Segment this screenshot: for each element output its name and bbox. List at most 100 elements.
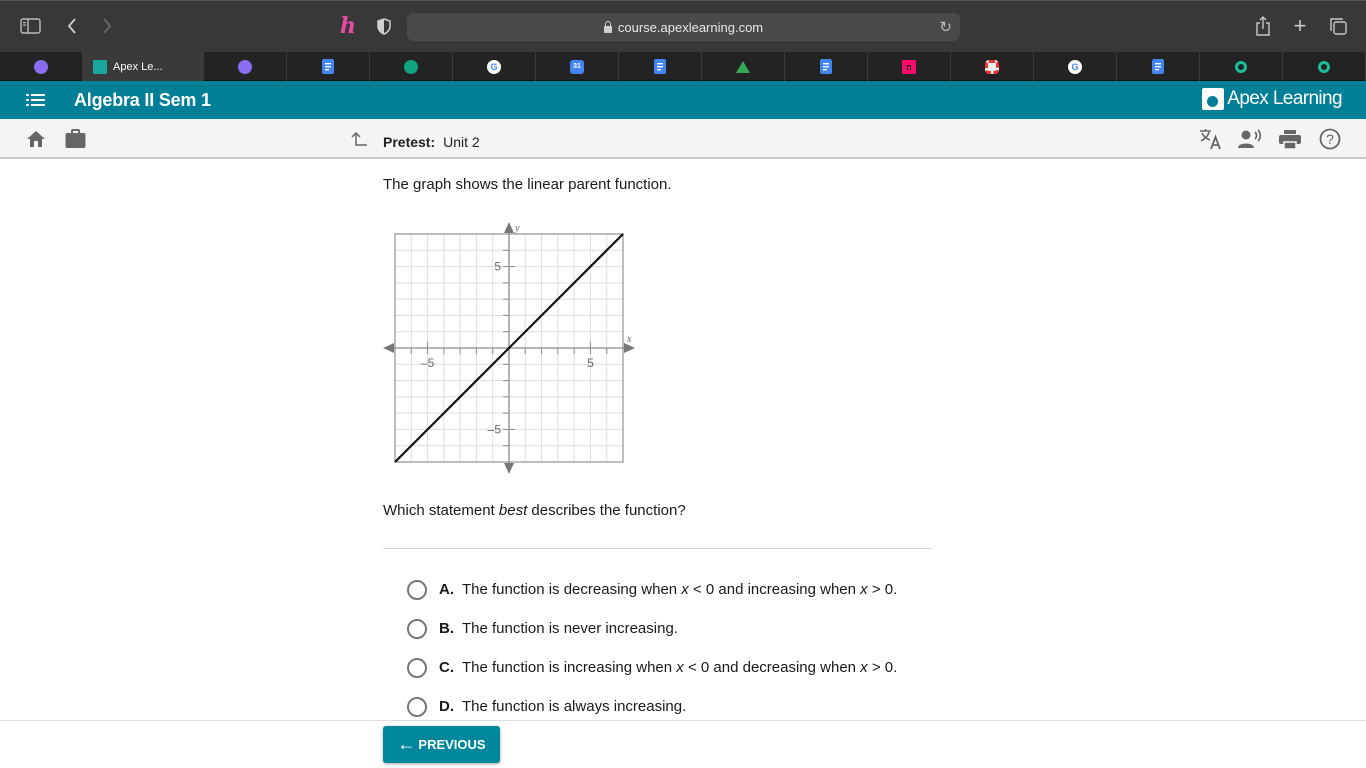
x-tick-label: –5 [421,356,435,370]
option-text: The function is always increasing. [462,698,686,715]
google-icon: G [1068,59,1082,74]
question-stem-emphasis: best [498,502,528,519]
ring-app-icon [1235,60,1247,73]
x-tick-label: 5 [587,356,594,370]
browser-tab[interactable]: n [868,52,951,81]
math-variable: x [676,659,684,676]
browser-tab[interactable] [785,52,868,81]
menu-list-icon[interactable] [26,93,45,107]
print-button[interactable] [1279,130,1301,154]
chatgpt-icon [404,59,418,74]
translate-button[interactable] [1199,128,1223,155]
browser-tab[interactable] [951,52,1034,81]
activity-toolbar: Pretest: Unit 2 ? [0,119,1366,159]
sidebar-icon [20,17,41,34]
option-letter: D. [439,698,454,715]
y-axis-label: y [514,223,520,234]
browser-tab[interactable] [0,52,83,81]
printer-icon [1279,130,1301,150]
browser-tab[interactable] [619,52,702,81]
back-button[interactable] [64,16,80,36]
home-icon [27,131,45,147]
browser-tab[interactable] [1200,52,1283,81]
x-axis-label: x [626,334,632,345]
answer-option[interactable]: A. The function is decreasing when x < 0 … [407,570,897,609]
google-icon: G [487,59,501,74]
option-letter: A. [439,581,454,598]
radio-button[interactable] [407,618,427,639]
browser-tab[interactable] [1117,52,1200,81]
forward-button[interactable] [99,16,115,36]
up-arrow-icon[interactable] [350,131,368,152]
privacy-shield-button[interactable] [376,17,392,35]
tab-title: Apex Le... [113,60,163,73]
question-prompt: The graph shows the linear parent functi… [383,176,672,193]
help-circle-icon: ? [1319,128,1341,150]
speaker-person-icon [1238,129,1262,148]
brand-name: Apex Learning [1227,88,1342,109]
navigation-footer: ← PREVIOUS [0,720,1366,768]
chevron-right-icon [103,18,112,34]
google-docs-icon [1152,59,1164,74]
linear-parent-function-graph: –5 5 5 –5 x y [383,222,635,474]
radio-button[interactable] [407,696,427,717]
tab-overview-button[interactable] [1328,16,1348,36]
answer-option[interactable]: B. The function is never increasing. [407,609,897,648]
option-text-part: The function is never increasing. [462,620,678,637]
help-button[interactable]: ? [1319,128,1341,155]
home-button[interactable] [26,130,46,153]
read-aloud-button[interactable] [1238,129,1262,154]
url-text: course.apexlearning.com [617,19,764,35]
x-axis-arrow-left [383,343,394,353]
answer-option[interactable]: C. The function is increasing when x < 0 … [407,648,897,687]
option-text-part: The function is always increasing. [462,698,687,715]
divider [383,548,933,549]
apex-learning-logo[interactable]: Apex Learning [1202,88,1343,110]
option-text: The function is increasing when x < 0 an… [462,659,897,676]
math-variable: x [860,581,868,598]
google-drive-icon [736,60,750,73]
browser-tab[interactable] [370,52,453,81]
browser-tab[interactable] [287,52,370,81]
tab-bar: Apex Le... G 31 n G [0,52,1366,81]
honey-extension-button[interactable]: h [338,13,358,39]
radio-button[interactable] [407,657,427,678]
ring-app-icon [1318,60,1330,73]
option-text-part: < 0 and decreasing when [683,659,861,676]
radio-button[interactable] [407,579,427,600]
translate-icon [1200,129,1221,150]
share-icon [1256,15,1270,36]
share-button[interactable] [1254,15,1272,37]
browser-tab[interactable]: 31 [536,52,619,81]
previous-label: PREVIOUS [418,737,486,752]
previous-button[interactable]: ← PREVIOUS [383,726,500,763]
browser-tab[interactable] [1283,52,1366,81]
google-docs-icon [322,59,334,74]
y-tick-label: –5 [488,422,502,436]
hexagon-app-icon [34,59,48,74]
plus-icon: + [1293,13,1307,38]
briefcase-icon [65,129,86,148]
y-axis-arrow-up [504,222,514,233]
option-text: The function is never increasing. [462,620,678,637]
browser-tab[interactable]: G [1034,52,1117,81]
browser-tab[interactable] [702,52,785,81]
arrow-left-icon: ← [397,734,416,754]
math-variable: x [681,581,689,598]
new-tab-button[interactable]: + [1290,13,1310,38]
browser-tab[interactable]: G [453,52,536,81]
browser-tab[interactable]: Apex Le... [83,52,204,81]
y-tick-label: 5 [494,260,501,274]
browser-tab[interactable] [204,52,287,81]
reload-icon[interactable]: ↻ [939,18,952,36]
n-app-icon: n [902,59,916,74]
google-docs-icon [820,59,832,74]
option-letter: B. [439,620,454,637]
course-header: Algebra II Sem 1 Apex Learning [0,81,1366,119]
briefcase-button[interactable] [65,129,86,154]
course-title: Algebra II Sem 1 [74,90,211,110]
google-calendar-icon: 31 [570,59,584,74]
sidebar-toggle-button[interactable] [20,17,41,34]
address-bar[interactable]: course.apexlearning.com ↻ [407,13,960,41]
option-letter: C. [439,659,454,676]
